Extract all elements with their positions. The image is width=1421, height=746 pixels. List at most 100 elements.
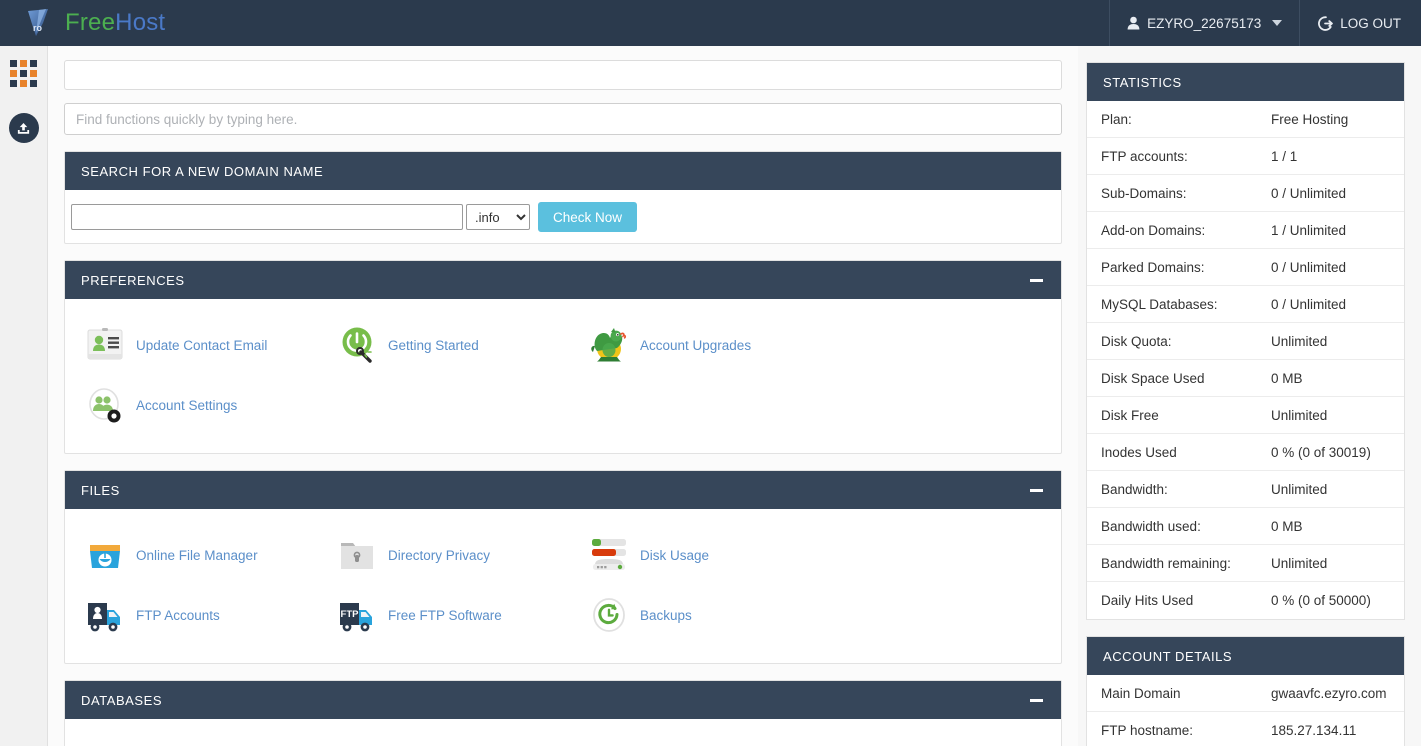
stat-value: 0 / Unlimited bbox=[1271, 185, 1347, 201]
account-details-panel-header: ACCOUNT DETAILS bbox=[1087, 637, 1404, 675]
tile-mysql-databases[interactable]: MySQL Databases bbox=[317, 735, 569, 746]
table-row: Inodes Used 0 % (0 of 30019) bbox=[1087, 434, 1404, 471]
stat-key: Daily Hits Used bbox=[1101, 593, 1194, 608]
tile-phpmyadmin[interactable]: phpMyAdmin bbox=[65, 735, 317, 746]
files-panel: FILES Online File Manager Directory Priv… bbox=[64, 470, 1062, 664]
stat-value: 0 MB bbox=[1271, 370, 1303, 386]
stat-value: 1 / 1 bbox=[1271, 148, 1298, 164]
apps-grid-icon[interactable] bbox=[10, 60, 37, 87]
table-row: FTP accounts: 1 / 1 bbox=[1087, 138, 1404, 175]
tile-backups[interactable]: Backups bbox=[569, 585, 821, 645]
tile-account-settings[interactable]: Account Settings bbox=[65, 375, 317, 435]
files-tile-grid: Online File Manager Directory Privacy Di… bbox=[65, 525, 1061, 645]
table-row: MySQL Databases: 0 / Unlimited bbox=[1087, 286, 1404, 323]
databases-tile-grid: phpMyAdmin MySQL Databases bbox=[65, 735, 1061, 746]
right-sidebar-column: STATISTICS Plan: Free Hosting FTP account… bbox=[1078, 46, 1421, 746]
table-row: Bandwidth: Unlimited bbox=[1087, 471, 1404, 508]
dragon-icon bbox=[587, 323, 631, 367]
tile-label: FTP Accounts bbox=[136, 607, 220, 623]
table-row: FTP hostname: 185.27.134.11 bbox=[1087, 712, 1404, 746]
user-account-label: EZYRO_22675173 bbox=[1147, 15, 1262, 31]
files-panel-title: FILES bbox=[81, 482, 120, 498]
domain-search-panel-header: SEARCH FOR A NEW DOMAIN NAME bbox=[65, 152, 1061, 190]
table-row: Bandwidth used: 0 MB bbox=[1087, 508, 1404, 545]
stat-value: gwaavfc.ezyro.com bbox=[1271, 685, 1387, 701]
minus-icon[interactable] bbox=[1027, 271, 1045, 289]
chevron-down-icon bbox=[1272, 20, 1283, 26]
svg-text:FTP: FTP bbox=[341, 609, 360, 620]
tile-ftp-accounts[interactable]: FTP Accounts bbox=[65, 585, 317, 645]
file-manager-icon bbox=[83, 533, 127, 577]
tile-free-ftp-software[interactable]: FTP Free FTP Software bbox=[317, 585, 569, 645]
logout-icon bbox=[1318, 15, 1334, 31]
stat-value: Unlimited bbox=[1271, 333, 1328, 349]
logout-label: LOG OUT bbox=[1340, 15, 1401, 31]
logout-button[interactable]: LOG OUT bbox=[1300, 0, 1421, 46]
preferences-tile-grid: Update Contact Email Getting Started Acc… bbox=[65, 315, 1061, 435]
left-sidebar-rail bbox=[0, 46, 48, 746]
table-row: Daily Hits Used 0 % (0 of 50000) bbox=[1087, 582, 1404, 619]
stat-value: Free Hosting bbox=[1271, 111, 1349, 127]
files-panel-body: Online File Manager Directory Privacy Di… bbox=[65, 509, 1061, 663]
function-search-input[interactable] bbox=[64, 103, 1062, 135]
files-panel-header: FILES bbox=[65, 471, 1061, 509]
table-row: Add-on Domains: 1 / Unlimited bbox=[1087, 212, 1404, 249]
ftp-truck-icon: FTP bbox=[335, 593, 379, 637]
statistics-rows: Plan: Free Hosting FTP accounts: 1 / 1 Sub… bbox=[1087, 101, 1404, 619]
tile-disk-usage[interactable]: Disk Usage bbox=[569, 525, 821, 585]
table-row: Bandwidth remaining: Unlimited bbox=[1087, 545, 1404, 582]
tile-label: Directory Privacy bbox=[388, 547, 491, 563]
upload-icon[interactable] bbox=[8, 113, 39, 143]
table-row: Disk Space Used 0 MB bbox=[1087, 360, 1404, 397]
minus-icon[interactable] bbox=[1027, 481, 1045, 499]
databases-panel: DATABASES bbox=[64, 680, 1062, 746]
tile-update-contact-email[interactable]: Update Contact Email bbox=[65, 315, 317, 375]
stat-key: Main Domain bbox=[1101, 685, 1181, 701]
stat-value: 0 % (0 of 30019) bbox=[1271, 444, 1371, 460]
stat-value: 0 % (0 of 50000) bbox=[1271, 593, 1371, 608]
backup-clock-icon bbox=[587, 593, 631, 637]
user-icon bbox=[1127, 16, 1140, 30]
main-content-column: SEARCH FOR A NEW DOMAIN NAME .info Check… bbox=[48, 46, 1078, 746]
minus-icon[interactable] bbox=[1027, 691, 1045, 709]
tile-label: Online File Manager bbox=[136, 547, 258, 563]
user-account-menu[interactable]: EZYRO_22675173 bbox=[1109, 0, 1301, 46]
brand-free-text: Free bbox=[65, 9, 116, 36]
brand-title: FreeHost bbox=[65, 9, 165, 37]
tile-getting-started[interactable]: Getting Started bbox=[317, 315, 569, 375]
check-now-button[interactable]: Check Now bbox=[538, 202, 638, 232]
brand-host-text: Host bbox=[115, 9, 166, 36]
table-row: Plan: Free Hosting bbox=[1087, 101, 1404, 138]
domain-search-form: .info Check Now bbox=[65, 190, 1061, 243]
stat-key: Sub-Domains: bbox=[1101, 185, 1187, 201]
stat-key: Parked Domains: bbox=[1101, 259, 1205, 275]
preferences-panel-title: PREFERENCES bbox=[81, 272, 185, 288]
table-row: Main Domain gwaavfc.ezyro.com bbox=[1087, 675, 1404, 712]
tile-label: Free FTP Software bbox=[388, 607, 502, 623]
domain-search-panel-title: SEARCH FOR A NEW DOMAIN NAME bbox=[81, 163, 324, 179]
tld-select[interactable]: .info bbox=[466, 204, 530, 230]
header-right-actions: EZYRO_22675173 LOG OUT bbox=[1109, 0, 1421, 46]
tile-account-upgrades[interactable]: Account Upgrades bbox=[569, 315, 821, 375]
account-details-rows: Main Domain gwaavfc.ezyro.com FTP hostnam… bbox=[1087, 675, 1404, 746]
brand-logo-area[interactable]: ro FreeHost bbox=[0, 6, 165, 40]
tile-remote-mysql[interactable]: Remote MySQL bbox=[569, 735, 821, 746]
tile-directory-privacy[interactable]: Directory Privacy bbox=[317, 525, 569, 585]
domain-name-input[interactable] bbox=[71, 204, 463, 230]
statistics-panel-title: STATISTICS bbox=[1103, 74, 1182, 90]
stat-key: FTP hostname: bbox=[1101, 723, 1194, 738]
tile-label: Account Settings bbox=[136, 397, 238, 413]
tile-online-file-manager[interactable]: Online File Manager bbox=[65, 525, 317, 585]
svg-text:ro: ro bbox=[33, 23, 43, 33]
statistics-panel-header: STATISTICS bbox=[1087, 63, 1404, 101]
databases-panel-header: DATABASES bbox=[65, 681, 1061, 719]
databases-panel-title: DATABASES bbox=[81, 692, 163, 708]
stat-value: 0 MB bbox=[1271, 518, 1303, 534]
ftp-truck-user-icon bbox=[83, 593, 127, 637]
tile-label: Account Upgrades bbox=[640, 337, 752, 353]
table-row: Sub-Domains: 0 / Unlimited bbox=[1087, 175, 1404, 212]
stat-key: FTP accounts: bbox=[1101, 148, 1188, 164]
stat-key: Inodes Used bbox=[1101, 444, 1177, 460]
stat-key: Disk Free bbox=[1101, 407, 1159, 423]
freehost-logo-icon: ro bbox=[22, 6, 56, 40]
